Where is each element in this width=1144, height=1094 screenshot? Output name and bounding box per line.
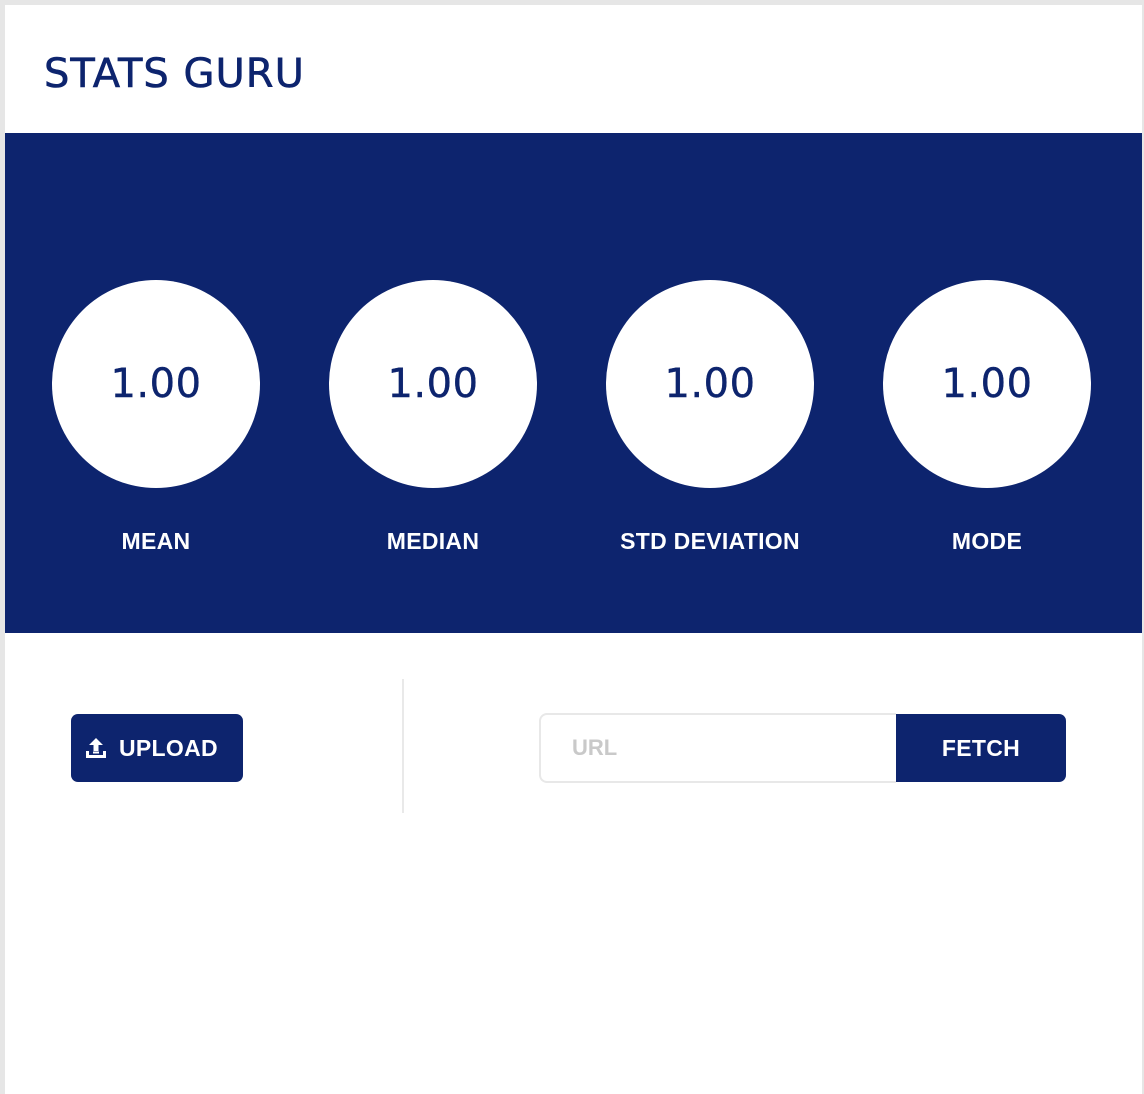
app-title: STATS GURU xyxy=(44,51,305,98)
stats-panel: 1.00 MEAN 1.00 MEDIAN 1.00 STD DEVIATION… xyxy=(5,133,1142,633)
stat-median-circle: 1.00 xyxy=(329,280,537,488)
stat-median-label: MEDIAN xyxy=(386,528,480,554)
upload-button[interactable]: UPLOAD xyxy=(71,714,243,782)
url-input[interactable] xyxy=(539,713,896,783)
section-divider xyxy=(402,679,404,813)
stat-std-deviation-value: 1.00 xyxy=(664,361,756,407)
stat-mean: 1.00 MEAN xyxy=(26,280,286,560)
stat-std-deviation-circle: 1.00 xyxy=(606,280,814,488)
stat-mode-circle: 1.00 xyxy=(883,280,1091,488)
upload-label: UPLOAD xyxy=(119,734,218,761)
stat-mode: 1.00 MODE xyxy=(857,280,1117,560)
stat-median-value: 1.00 xyxy=(387,361,479,407)
stat-mode-label: MODE xyxy=(951,528,1023,554)
stat-mean-circle: 1.00 xyxy=(52,280,260,488)
stat-mean-label: MEAN xyxy=(121,528,191,554)
app-frame: STATS GURU 1.00 MEAN 1.00 MEDIAN 1.00 ST… xyxy=(5,5,1142,1094)
stat-std-deviation: 1.00 STD DEVIATION xyxy=(580,280,840,560)
upload-icon xyxy=(86,738,106,758)
stat-mean-value: 1.00 xyxy=(110,361,202,407)
stat-std-deviation-label: STD DEVIATION xyxy=(620,528,800,554)
stat-median: 1.00 MEDIAN xyxy=(303,280,563,560)
stat-mode-value: 1.00 xyxy=(941,361,1033,407)
fetch-button[interactable]: FETCH xyxy=(896,714,1066,782)
